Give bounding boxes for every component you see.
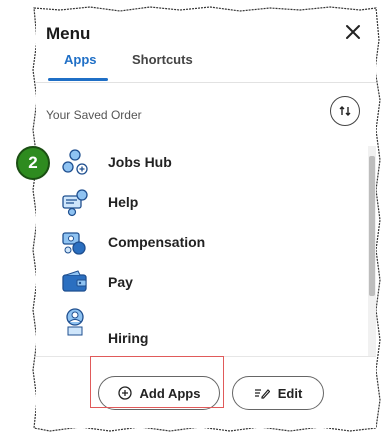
app-label: Hiring: [108, 330, 149, 346]
active-tab-indicator: [48, 78, 108, 81]
pay-icon: [62, 270, 87, 292]
tab-divider: [36, 82, 376, 83]
app-item-hiring[interactable]: Hiring: [36, 302, 364, 346]
app-label: Jobs Hub: [108, 154, 172, 170]
compensation-icon: [62, 232, 86, 255]
sort-arrows-icon: [339, 106, 351, 116]
tab-apps[interactable]: Apps: [64, 52, 97, 67]
close-button[interactable]: [342, 21, 364, 43]
hiring-icon: [66, 308, 84, 336]
scrollbar-thumb[interactable]: [369, 156, 375, 296]
edit-label: Edit: [277, 385, 303, 401]
menu-panel: Menu Apps Shortcuts Your Saved Order Job…: [36, 12, 376, 428]
app-item-help[interactable]: Help: [36, 182, 364, 222]
step-callout-badge: 2: [16, 146, 50, 180]
app-item-jobs-hub[interactable]: Jobs Hub: [36, 142, 364, 182]
jobs-hub-icon: [62, 149, 88, 175]
plus-circle-icon: [117, 386, 132, 400]
app-item-compensation[interactable]: Compensation: [36, 222, 364, 262]
add-apps-label: Add Apps: [139, 385, 201, 401]
saved-order-label: Your Saved Order: [46, 108, 142, 122]
close-icon: [346, 25, 360, 39]
app-label: Help: [108, 194, 139, 210]
app-label: Pay: [108, 274, 133, 290]
edit-button[interactable]: Edit: [232, 376, 324, 410]
app-label: Compensation: [108, 234, 206, 250]
add-apps-button[interactable]: Add Apps: [98, 376, 220, 410]
edit-pencil-icon: [254, 387, 270, 399]
app-item-pay[interactable]: Pay: [36, 262, 364, 302]
tab-shortcuts[interactable]: Shortcuts: [132, 52, 193, 67]
footer-divider: [36, 356, 376, 357]
menu-title: Menu: [46, 24, 91, 43]
sort-order-button[interactable]: [330, 96, 360, 126]
help-icon: [62, 189, 88, 217]
apps-list: Jobs Hub Help Compensation Pay Hiring: [36, 142, 364, 348]
